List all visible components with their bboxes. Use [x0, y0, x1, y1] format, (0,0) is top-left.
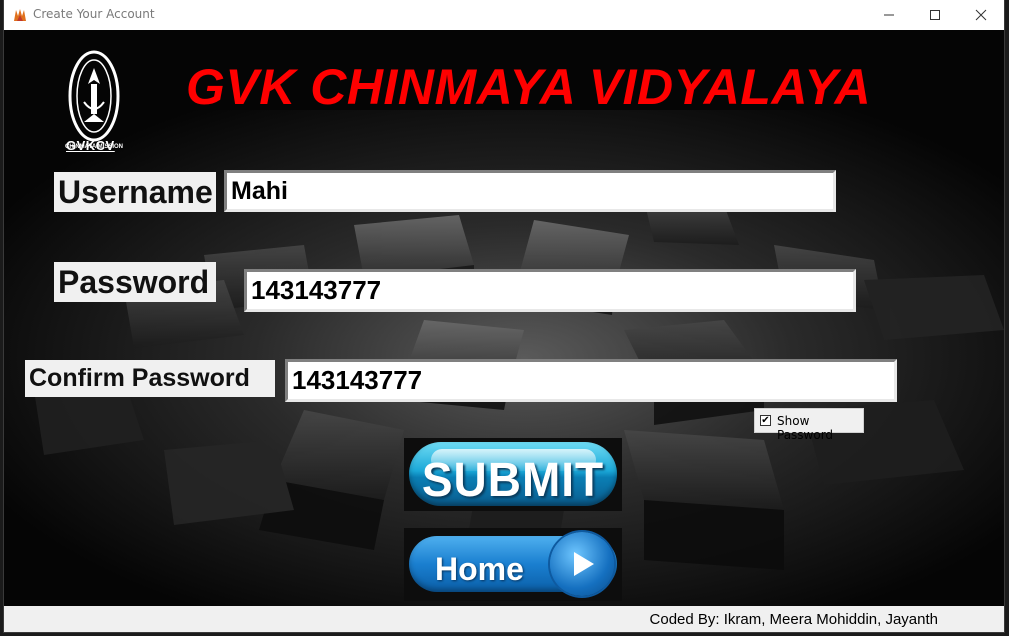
confirm-password-input[interactable] — [285, 359, 897, 402]
password-label: Password — [54, 262, 216, 302]
submit-pill: SUBMIT — [409, 442, 617, 506]
confirm-password-label: Confirm Password — [25, 360, 275, 397]
show-password-label: Show Password — [777, 414, 834, 442]
close-button[interactable] — [958, 0, 1004, 30]
username-input[interactable] — [224, 170, 836, 212]
submit-button[interactable]: SUBMIT — [404, 438, 622, 511]
play-circle — [550, 532, 614, 596]
home-label: Home — [435, 551, 524, 587]
main-content: CHINMAYA MISSION GVKCV GVK CHINMAYA VIDY… — [4, 30, 1004, 606]
minimize-icon — [884, 14, 894, 16]
checkbox-checked-icon[interactable]: ✔ — [760, 415, 771, 426]
minimize-button[interactable] — [866, 0, 912, 30]
username-label: Username — [54, 172, 216, 212]
title-bar[interactable]: Create Your Account — [4, 0, 1004, 30]
maximize-icon — [930, 10, 940, 20]
password-input[interactable] — [244, 269, 856, 312]
window-title: Create Your Account — [33, 7, 155, 21]
submit-label: SUBMIT — [421, 451, 605, 507]
app-window: Create Your Account CHINMAYA MISSION GVK… — [4, 0, 1004, 632]
app-icon — [12, 7, 28, 23]
logo-caption: GVKCV — [66, 138, 115, 153]
credits-text: Coded By: Ikram, Meera Mohiddin, Jayanth — [649, 611, 938, 628]
footer-bar: Coded By: Ikram, Meera Mohiddin, Jayanth — [4, 606, 1004, 632]
show-password-checkbox[interactable]: ✔ Show Password — [754, 408, 864, 442]
close-icon — [975, 9, 987, 21]
home-button[interactable]: Home — [404, 528, 622, 601]
maximize-button[interactable] — [912, 0, 958, 30]
play-arrow-icon — [574, 552, 594, 576]
background-image — [4, 30, 1004, 606]
page-title: GVK CHINMAYA VIDYALAYA — [186, 59, 872, 115]
